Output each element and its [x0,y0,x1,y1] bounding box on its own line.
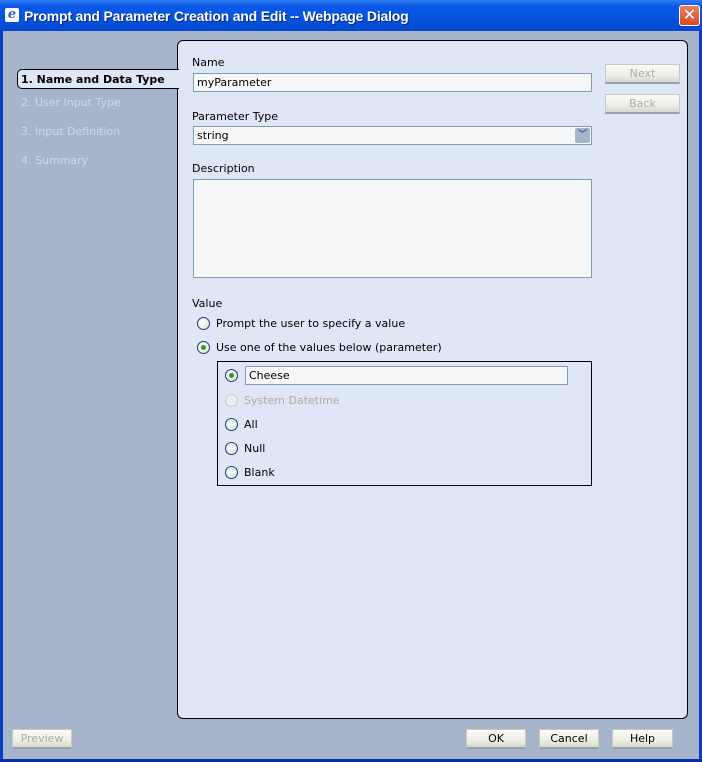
title-bar: e Prompt and Parameter Creation and Edit… [0,0,702,31]
custom-value-radio[interactable] [225,369,238,382]
all-label[interactable]: All [244,418,258,431]
null-radio[interactable] [225,442,238,455]
chevron-down-icon[interactable]: ﹀ [575,128,590,143]
step-name-and-data-type[interactable]: 1. Name and Data Type [17,69,179,89]
next-button[interactable]: Next [605,64,680,84]
blank-radio[interactable] [225,466,238,479]
ok-button[interactable]: OK [466,729,526,749]
internet-explorer-icon: e [5,8,19,22]
close-button[interactable]: ✕ [679,5,700,26]
parameter-type-select[interactable]: string ﹀ [193,126,592,145]
back-button[interactable]: Back [605,94,680,114]
value-label: Value [192,297,223,310]
description-label: Description [192,162,255,175]
step-input-definition[interactable]: 3. Input Definition [21,125,120,138]
name-input[interactable]: myParameter [193,73,592,92]
step-summary[interactable]: 4. Summary [21,154,88,167]
system-datetime-radio [225,394,238,407]
parameter-type-label: Parameter Type [192,110,278,123]
step-user-input-type[interactable]: 2. User Input Type [21,96,121,109]
prompt-user-radio[interactable] [197,317,210,330]
cancel-button[interactable]: Cancel [539,729,599,749]
system-datetime-label: System Datetime [244,394,340,407]
custom-value-input[interactable]: Cheese [245,366,568,385]
window-title: Prompt and Parameter Creation and Edit -… [24,8,409,24]
use-values-radio[interactable] [197,341,210,354]
name-label: Name [192,56,225,69]
help-button[interactable]: Help [612,729,673,749]
description-textarea[interactable] [193,179,592,278]
parameter-type-value: string [197,129,229,142]
prompt-user-label[interactable]: Prompt the user to specify a value [216,317,405,330]
null-label[interactable]: Null [244,442,265,455]
preview-button[interactable]: Preview [12,729,72,749]
blank-label[interactable]: Blank [244,466,275,479]
all-radio[interactable] [225,418,238,431]
use-values-label[interactable]: Use one of the values below (parameter) [216,341,442,354]
close-x-icon: ✕ [682,5,697,24]
